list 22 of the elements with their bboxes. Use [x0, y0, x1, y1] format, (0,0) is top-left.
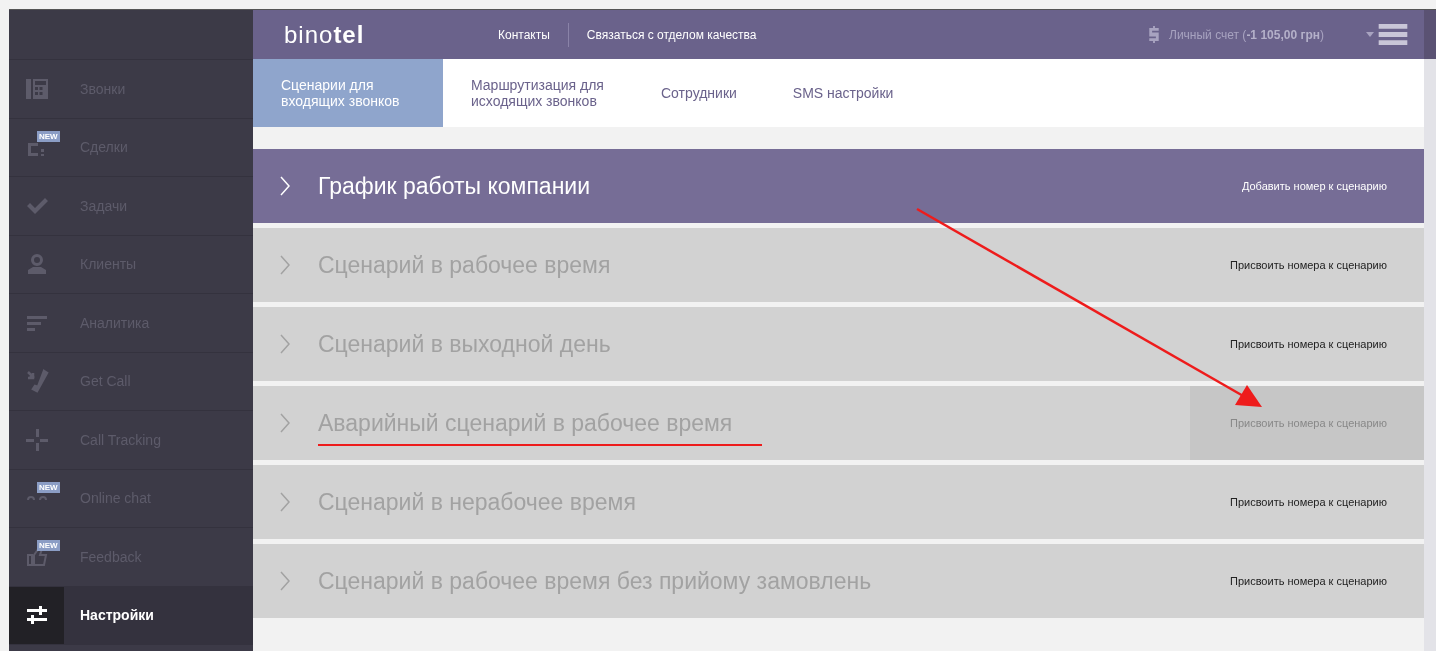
phone-icon [24, 369, 49, 394]
scenario-action-link[interactable]: Присвоить номера к сценарию [1190, 307, 1424, 381]
top-link[interactable]: Контакты [498, 27, 550, 42]
new-badge: NEW [37, 540, 60, 551]
scenario-row[interactable]: График работы компании Добавить номер к сценарию [253, 149, 1424, 223]
calculator-icon [24, 76, 49, 101]
sidebar-item[interactable]: Настройки [9, 586, 253, 645]
new-badge: NEW [37, 130, 60, 142]
caret-icon[interactable] [1366, 32, 1374, 37]
chat-icon [24, 495, 49, 502]
scenario-title: График работы компании [318, 172, 591, 199]
scrollbar[interactable] [1424, 10, 1436, 651]
top-link[interactable]: Связаться с отделом качества [586, 27, 757, 42]
scenario-action-link[interactable]: Присвоить номера к сценарию [1190, 544, 1424, 618]
logo[interactable]: binotel [284, 20, 464, 49]
scenario-action-link[interactable]: Добавить номер к сценарию [1190, 149, 1424, 223]
scenario-action-link[interactable]: Присвоить номера к сценарию [1190, 465, 1424, 539]
new-badge: NEW [37, 481, 60, 493]
dollar-icon [1148, 26, 1161, 43]
menu-icon[interactable] [1378, 24, 1408, 45]
scenario-action-link[interactable]: Присвоить номера к сценарию [1190, 228, 1424, 302]
crosshair-icon [24, 427, 49, 452]
